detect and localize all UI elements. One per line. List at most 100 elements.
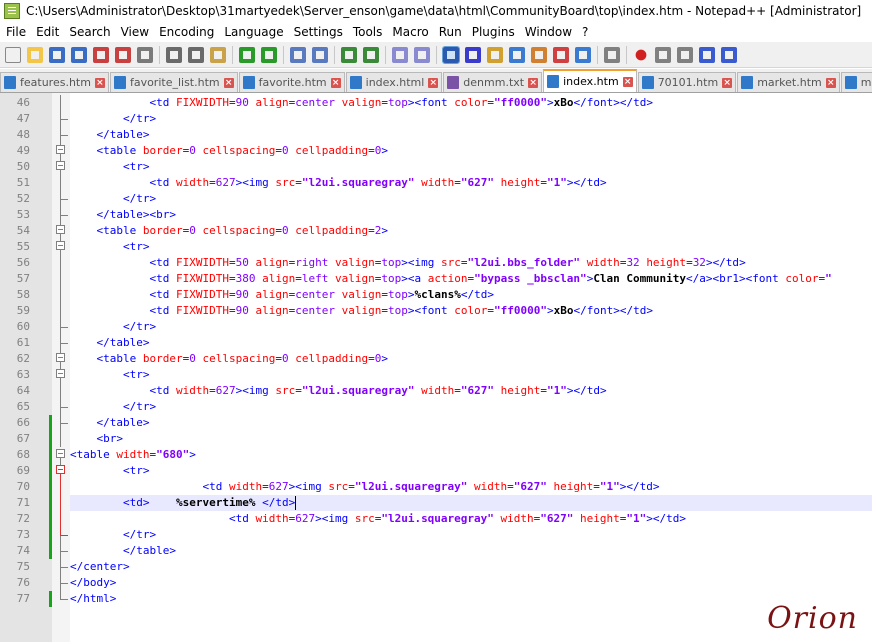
menu-window[interactable]: Window bbox=[520, 22, 577, 42]
save-macro-icon[interactable] bbox=[721, 47, 737, 63]
menu-view[interactable]: View bbox=[116, 22, 154, 42]
code-text[interactable]: <tr> bbox=[70, 239, 150, 255]
tab-close-icon[interactable]: × bbox=[223, 77, 234, 88]
replace-icon[interactable] bbox=[312, 47, 328, 63]
menu-encoding[interactable]: Encoding bbox=[154, 22, 219, 42]
monitoring-icon[interactable] bbox=[604, 47, 620, 63]
code-text[interactable]: </tr> bbox=[70, 399, 156, 415]
tab-close-icon[interactable]: × bbox=[330, 77, 341, 88]
code-line[interactable]: 47 </tr> bbox=[0, 111, 872, 127]
editor[interactable]: 46 <td FIXWIDTH=90 align=center valign=t… bbox=[0, 93, 872, 642]
menu-tools[interactable]: Tools bbox=[348, 22, 388, 42]
code-text[interactable]: <td FIXWIDTH=90 align=center valign=top>… bbox=[70, 303, 652, 319]
tab-close-icon[interactable]: × bbox=[825, 77, 836, 88]
fold-toggle-icon[interactable] bbox=[56, 145, 65, 154]
save-icon[interactable] bbox=[49, 47, 65, 63]
redo-icon[interactable] bbox=[261, 47, 277, 63]
code-text[interactable]: <tr> bbox=[70, 159, 150, 175]
code-line[interactable]: 59 <td FIXWIDTH=90 align=center valign=t… bbox=[0, 303, 872, 319]
print-icon[interactable] bbox=[137, 47, 153, 63]
code-line[interactable]: 49 <table border=0 cellspacing=0 cellpad… bbox=[0, 143, 872, 159]
code-line[interactable]: 69 <tr> bbox=[0, 463, 872, 479]
fold-toggle-icon[interactable] bbox=[56, 465, 65, 474]
code-text[interactable]: <td FIXWIDTH=90 align=center valign=top>… bbox=[70, 287, 493, 303]
code-line[interactable]: 50 <tr> bbox=[0, 159, 872, 175]
code-text[interactable]: <td FIXWIDTH=380 align=left valign=top><… bbox=[70, 271, 831, 287]
fold-toggle-icon[interactable] bbox=[56, 353, 65, 362]
code-line[interactable]: 74 </table> bbox=[0, 543, 872, 559]
tab-70101-htm[interactable]: 70101.htm × bbox=[637, 72, 737, 92]
find-icon[interactable] bbox=[290, 47, 306, 63]
code-line[interactable]: 72 <td width=627><img src="l2ui.squaregr… bbox=[0, 511, 872, 527]
tab-favorite-list-htm[interactable]: favorite_list.htm × bbox=[109, 72, 238, 92]
code-line[interactable]: 68 <table width="680"> bbox=[0, 447, 872, 463]
code-text[interactable]: <br> bbox=[70, 431, 124, 447]
code-line[interactable]: 63 <tr> bbox=[0, 367, 872, 383]
sync-scroll-horizontal-icon[interactable] bbox=[414, 47, 430, 63]
tab-close-icon[interactable]: × bbox=[94, 77, 105, 88]
code-line[interactable]: 61 </table> bbox=[0, 335, 872, 351]
code-line[interactable]: 58 <td FIXWIDTH=90 align=center valign=t… bbox=[0, 287, 872, 303]
fold-toggle-icon[interactable] bbox=[56, 161, 65, 170]
code-text[interactable]: </tr> bbox=[70, 111, 156, 127]
menu-plugins[interactable]: Plugins bbox=[467, 22, 520, 42]
stop-record-icon[interactable] bbox=[655, 47, 671, 63]
code-text[interactable]: </table> bbox=[70, 543, 176, 559]
show-all-chars-icon[interactable] bbox=[465, 47, 481, 63]
code-text[interactable]: <td FIXWIDTH=50 align=right valign=top><… bbox=[70, 255, 745, 271]
sync-scroll-vertical-icon[interactable] bbox=[392, 47, 408, 63]
save-all-icon[interactable] bbox=[71, 47, 87, 63]
menu-search[interactable]: Search bbox=[64, 22, 115, 42]
code-line[interactable]: 55 <tr> bbox=[0, 239, 872, 255]
code-line[interactable]: 70 <td width=627><img src="l2ui.squaregr… bbox=[0, 479, 872, 495]
word-wrap-icon[interactable] bbox=[442, 45, 460, 64]
menu-file[interactable]: File bbox=[0, 22, 31, 42]
tab-close-icon[interactable]: × bbox=[528, 77, 539, 88]
menu-run[interactable]: Run bbox=[434, 22, 467, 42]
code-text[interactable]: </table> bbox=[70, 415, 150, 431]
code-line[interactable]: 46 <td FIXWIDTH=90 align=center valign=t… bbox=[0, 95, 872, 111]
copy-icon[interactable] bbox=[188, 47, 204, 63]
indent-guide-icon[interactable] bbox=[487, 47, 503, 63]
menu-language[interactable]: Language bbox=[219, 22, 288, 42]
code-text[interactable]: </table> bbox=[70, 335, 150, 351]
doc-map-icon[interactable] bbox=[531, 47, 547, 63]
tab-close-icon[interactable]: × bbox=[428, 77, 439, 88]
fold-toggle-icon[interactable] bbox=[56, 449, 65, 458]
code-line[interactable]: 66 </table> bbox=[0, 415, 872, 431]
cut-icon[interactable] bbox=[166, 47, 182, 63]
tab-index-htm[interactable]: index.htm × bbox=[543, 69, 637, 92]
play-macro-icon[interactable] bbox=[677, 47, 693, 63]
code-text[interactable]: </html> bbox=[70, 591, 116, 607]
close-all-icon[interactable] bbox=[115, 47, 131, 63]
new-file-icon[interactable] bbox=[5, 47, 21, 63]
code-text[interactable]: </tr> bbox=[70, 191, 156, 207]
code-text[interactable]: <table width="680"> bbox=[70, 447, 196, 463]
zoom-out-icon[interactable] bbox=[363, 47, 379, 63]
tab-denmm-txt[interactable]: denmm.txt × bbox=[443, 72, 543, 92]
code-text[interactable]: </table><br> bbox=[70, 207, 176, 223]
language-icon[interactable] bbox=[509, 47, 525, 63]
code-text[interactable]: </table> bbox=[70, 127, 150, 143]
tab-close-icon[interactable]: × bbox=[722, 77, 733, 88]
code-line[interactable]: 56 <td FIXWIDTH=50 align=right valign=to… bbox=[0, 255, 872, 271]
code-line[interactable]: 57 <td FIXWIDTH=380 align=left valign=to… bbox=[0, 271, 872, 287]
code-text[interactable]: <td width=627><img src="l2ui.squaregray"… bbox=[70, 511, 686, 527]
fold-toggle-icon[interactable] bbox=[56, 369, 65, 378]
code-line[interactable]: 51 <td width=627><img src="l2ui.squaregr… bbox=[0, 175, 872, 191]
code-line[interactable]: 77 </html> bbox=[0, 591, 872, 607]
code-text[interactable]: <tr> bbox=[70, 463, 150, 479]
code-text[interactable]: </body> bbox=[70, 575, 116, 591]
code-text[interactable]: </tr> bbox=[70, 527, 156, 543]
code-text[interactable]: <td FIXWIDTH=90 align=center valign=top>… bbox=[70, 95, 652, 111]
code-line[interactable]: 53 </table><br> bbox=[0, 207, 872, 223]
code-line[interactable]: 52 </tr> bbox=[0, 191, 872, 207]
code-line[interactable]: 76 </body> bbox=[0, 575, 872, 591]
zoom-in-icon[interactable] bbox=[341, 47, 357, 63]
code-text[interactable]: <td width=627><img src="l2ui.squaregray"… bbox=[70, 479, 659, 495]
folder-workspace-icon[interactable] bbox=[575, 47, 591, 63]
code-text[interactable]: </tr> bbox=[70, 319, 156, 335]
paste-icon[interactable] bbox=[210, 47, 226, 63]
tab-market-htm[interactable]: market.htm × bbox=[737, 72, 840, 92]
code-line[interactable]: 65 </tr> bbox=[0, 399, 872, 415]
